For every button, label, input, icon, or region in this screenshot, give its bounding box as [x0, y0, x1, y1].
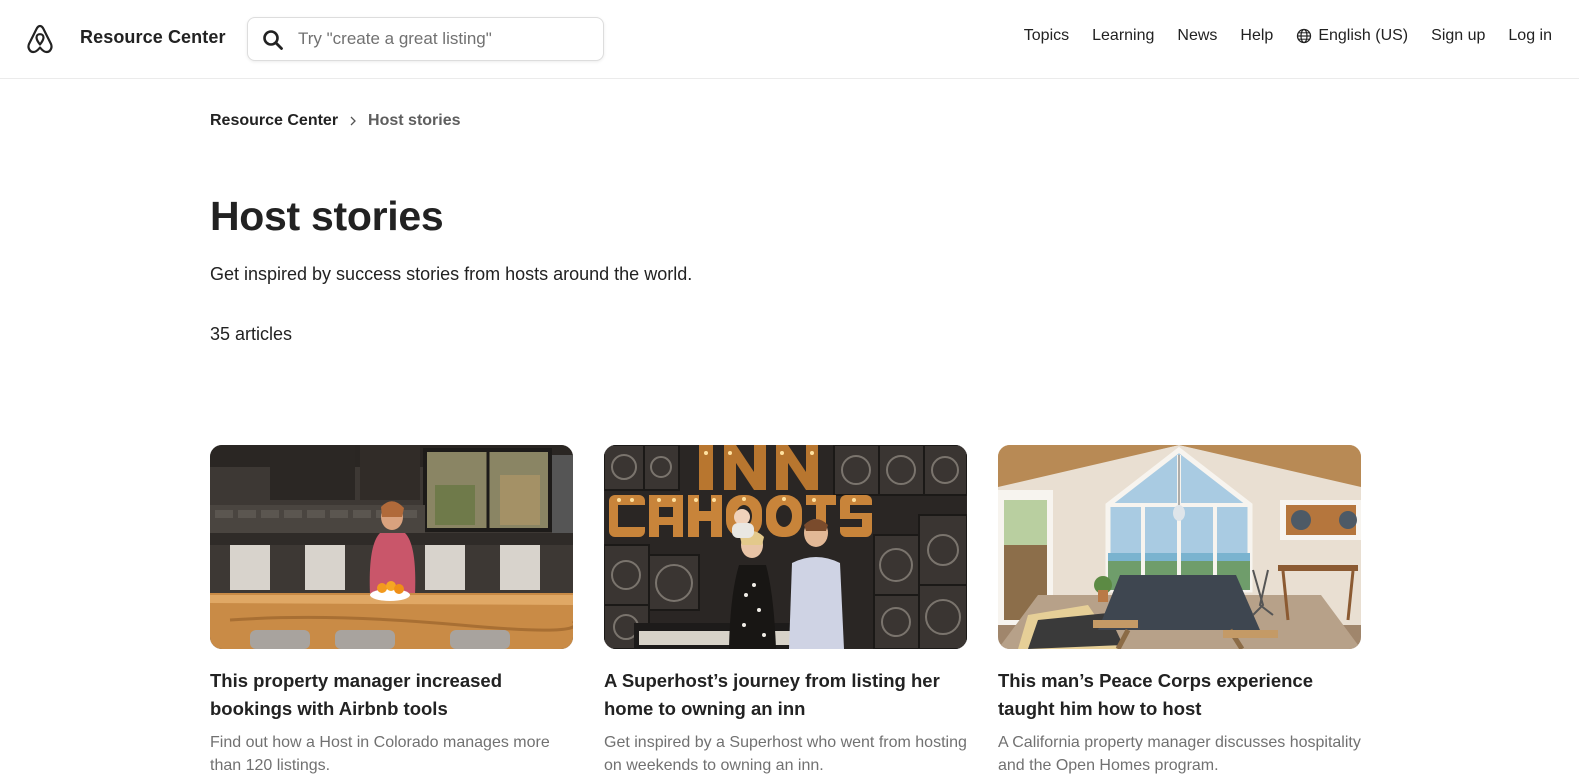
- nav-topics[interactable]: Topics: [1024, 27, 1069, 45]
- site-header: Resource Center Topics Learning News Hel…: [0, 0, 1579, 79]
- article-image[interactable]: [210, 445, 573, 649]
- chevron-right-icon: [350, 116, 356, 126]
- top-nav: Topics Learning News Help English (US) S…: [1001, 27, 1552, 45]
- article-description: A California property manager discusses …: [998, 734, 1361, 774]
- nav-learning[interactable]: Learning: [1092, 27, 1154, 45]
- article-image[interactable]: [604, 445, 967, 649]
- article-grid: This property manager increased bookings…: [210, 445, 1392, 774]
- nav-news[interactable]: News: [1177, 27, 1217, 45]
- search-input[interactable]: [298, 18, 593, 60]
- login-link[interactable]: Log in: [1508, 27, 1552, 45]
- language-label: English (US): [1318, 27, 1409, 44]
- article-title[interactable]: This man’s Peace Corps experience taught…: [998, 667, 1361, 723]
- article-title[interactable]: This property manager increased bookings…: [210, 667, 573, 723]
- article-count: 35 articles: [210, 324, 293, 344]
- article-description: Get inspired by a Superhost who went fro…: [604, 734, 967, 774]
- globe-icon: [1297, 28, 1312, 44]
- article-description: Find out how a Host in Colorado manages …: [210, 734, 550, 774]
- breadcrumb: Resource Center Host stories: [210, 112, 461, 130]
- brand-title[interactable]: Resource Center: [80, 27, 226, 48]
- breadcrumb-home[interactable]: Resource Center: [210, 112, 338, 130]
- signup-link[interactable]: Sign up: [1431, 27, 1485, 45]
- search-bar[interactable]: [247, 17, 604, 61]
- page-subtitle: Get inspired by success stories from hos…: [210, 264, 693, 284]
- article-card[interactable]: This man’s Peace Corps experience taught…: [998, 445, 1361, 774]
- airbnb-logo-icon[interactable]: [24, 22, 56, 56]
- article-title[interactable]: A Superhost’s journey from listing her h…: [604, 667, 967, 723]
- nav-help[interactable]: Help: [1240, 27, 1273, 45]
- page-title: Host stories: [210, 193, 444, 239]
- language-selector[interactable]: English (US): [1296, 27, 1408, 45]
- article-card[interactable]: This property manager increased bookings…: [210, 445, 573, 774]
- article-image[interactable]: [998, 445, 1361, 649]
- search-icon: [263, 30, 283, 50]
- breadcrumb-current: Host stories: [368, 112, 461, 129]
- article-card[interactable]: A Superhost’s journey from listing her h…: [604, 445, 967, 774]
